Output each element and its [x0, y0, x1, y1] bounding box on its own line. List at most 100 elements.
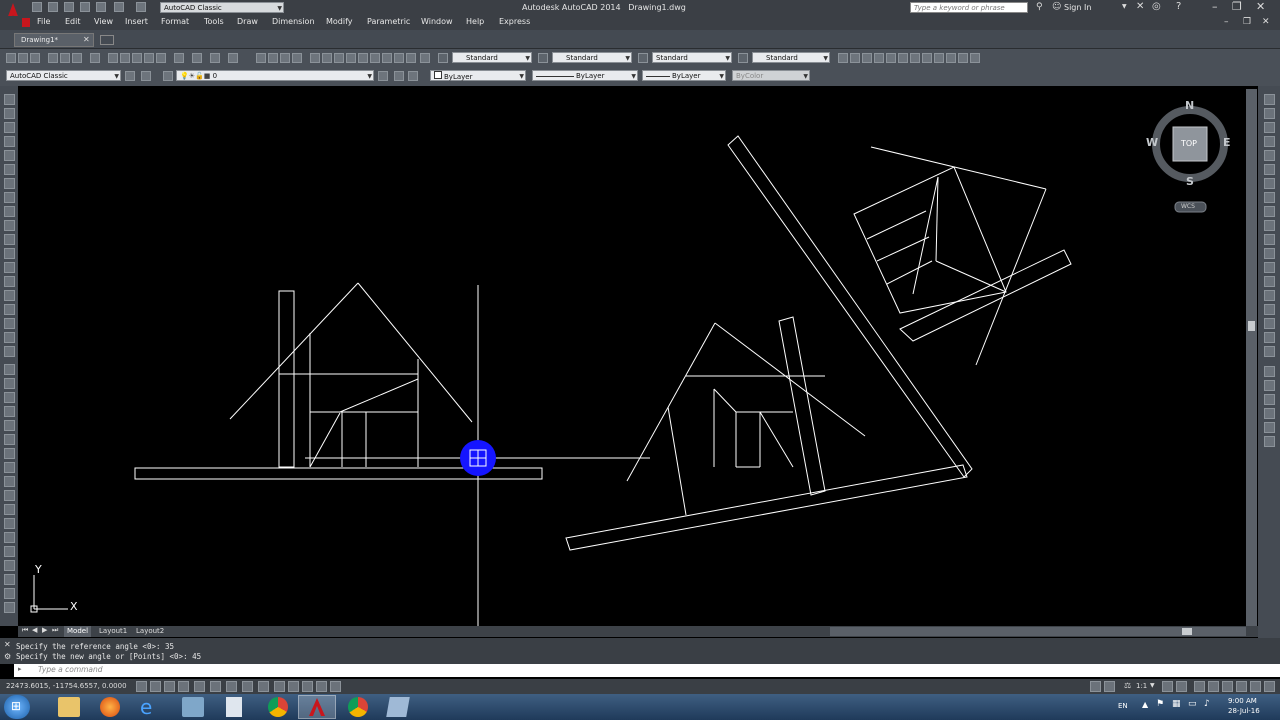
region-icon[interactable] [4, 318, 15, 329]
taskbar-firefox-icon[interactable] [100, 697, 120, 717]
osnap-icon[interactable] [210, 681, 221, 692]
minimize-icon[interactable]: – [1212, 0, 1218, 13]
trim-icon[interactable] [4, 490, 15, 501]
coordinates-readout[interactable]: 22473.6015, -11754.6557, 0.0000 [6, 682, 127, 690]
open-icon[interactable] [18, 53, 28, 63]
action-center-icon[interactable]: ⚑ [1156, 699, 1164, 709]
zoom-dynamic-icon[interactable] [850, 53, 860, 63]
redo-icon[interactable] [136, 2, 146, 12]
menu-format[interactable]: Format [161, 17, 189, 26]
clock-date[interactable]: 28-Jul-16 [1228, 707, 1260, 715]
ellipse-arc-icon[interactable] [4, 234, 15, 245]
make-current-icon[interactable] [378, 71, 388, 81]
3dprint-icon[interactable] [90, 53, 100, 63]
qnew-icon[interactable] [6, 53, 16, 63]
taskbar-app-icon[interactable] [386, 697, 410, 717]
lock-icon[interactable] [1208, 681, 1219, 692]
mirror-icon[interactable] [4, 392, 15, 403]
close-icon[interactable]: ✕ [83, 35, 90, 44]
table-style-select[interactable]: Standard ▼ [652, 52, 732, 63]
text-style-icon[interactable] [438, 53, 448, 63]
new-icon[interactable] [32, 2, 42, 12]
multileader-style-icon[interactable] [738, 53, 748, 63]
zoom-object-icon[interactable] [886, 53, 896, 63]
zoom-realtime-icon[interactable] [958, 53, 968, 63]
menu-file[interactable]: File [37, 17, 50, 26]
offset-icon[interactable] [4, 406, 15, 417]
quickcalc-icon[interactable] [370, 53, 380, 63]
chevron-down-icon[interactable]: ▼ [1150, 682, 1155, 689]
compass-east[interactable]: E [1223, 136, 1231, 149]
radius-icon[interactable] [1264, 150, 1275, 161]
gradient-icon[interactable] [4, 304, 15, 315]
continue-dim-icon[interactable] [1264, 234, 1275, 245]
menu-parametric[interactable]: Parametric [367, 17, 410, 26]
h-scroll-thumb[interactable] [1182, 628, 1192, 635]
grid-icon[interactable] [394, 53, 404, 63]
tab-layout2[interactable]: Layout2 [133, 626, 167, 637]
isolate-objects-icon[interactable] [1236, 681, 1247, 692]
connect-icon[interactable]: ◎ [1152, 1, 1161, 12]
copy-icon[interactable] [120, 53, 130, 63]
tolerance-icon[interactable] [1264, 276, 1275, 287]
save-as-icon[interactable] [80, 2, 90, 12]
wrench-icon[interactable]: ⚙ [4, 652, 11, 661]
dim-break-icon[interactable] [1264, 262, 1275, 273]
compass-north[interactable]: N [1185, 99, 1194, 112]
table-style-icon[interactable] [638, 53, 648, 63]
join-icon[interactable] [4, 532, 15, 543]
transparency-icon[interactable] [302, 681, 313, 692]
paste-icon[interactable] [132, 53, 142, 63]
tab-model[interactable]: Model [64, 626, 92, 637]
close-icon[interactable]: ✕ [4, 640, 11, 649]
plot-icon[interactable] [48, 53, 58, 63]
status-menu-icon[interactable] [1264, 681, 1275, 692]
prev-layout-icon[interactable]: ◀ [32, 626, 37, 634]
new-tab-button[interactable] [100, 35, 114, 45]
break-icon[interactable] [4, 518, 15, 529]
language-indicator[interactable]: EN [1118, 702, 1128, 710]
hatch-icon[interactable] [4, 290, 15, 301]
redo-icon[interactable] [210, 53, 220, 63]
tab-drawing1[interactable]: Drawing1* ✕ [14, 33, 94, 47]
arc-icon[interactable] [4, 164, 15, 175]
plotstyle-select[interactable]: ByColor ▼ [732, 70, 810, 81]
design-center-icon[interactable] [322, 53, 332, 63]
save-icon[interactable] [64, 2, 74, 12]
ortho-icon[interactable] [178, 681, 189, 692]
edit-polyline-icon[interactable] [4, 602, 15, 613]
zoom-center-icon[interactable] [874, 53, 884, 63]
menu-modify[interactable]: Modify [326, 17, 353, 26]
compass-west[interactable]: W [1146, 136, 1158, 149]
close-icon[interactable]: ✕ [1256, 0, 1265, 13]
polyline-icon[interactable] [4, 122, 15, 133]
block-editor-icon[interactable] [156, 53, 166, 63]
revision-cloud-icon[interactable] [4, 192, 15, 203]
array-icon[interactable] [4, 420, 15, 431]
customize-icon[interactable] [141, 71, 151, 81]
diameter-icon[interactable] [1264, 178, 1275, 189]
line-icon[interactable] [4, 94, 15, 105]
dim-style-icon[interactable] [538, 53, 548, 63]
color-select[interactable]: ByLayer ▼ [430, 70, 526, 81]
polygon-icon[interactable] [4, 136, 15, 147]
zoom-scale-icon[interactable] [862, 53, 872, 63]
erase-icon[interactable] [4, 364, 15, 375]
taskbar-ie-icon[interactable]: e [140, 696, 162, 718]
autoscale-icon[interactable] [1176, 681, 1187, 692]
otrack-icon[interactable] [242, 681, 253, 692]
menu-insert[interactable]: Insert [125, 17, 148, 26]
menu-express[interactable]: Express [499, 17, 530, 26]
last-layout-icon[interactable]: ⏭ [52, 626, 58, 635]
search-box[interactable]: Type a keyword or phrase [910, 2, 1028, 13]
scroll-thumb[interactable] [1248, 321, 1255, 331]
workspace-select[interactable]: AutoCAD Classic ▼ [6, 70, 121, 81]
compass-south[interactable]: S [1186, 175, 1194, 188]
scale-icon[interactable] [4, 462, 15, 473]
taskbar-chrome-2-icon[interactable] [348, 697, 368, 717]
draworder-icon[interactable] [1264, 366, 1275, 377]
vertical-scrollbar[interactable] [1246, 89, 1257, 626]
viewcube[interactable] [1152, 106, 1228, 213]
text-front-icon[interactable] [1264, 436, 1275, 447]
bring-above-icon[interactable] [1264, 408, 1275, 419]
